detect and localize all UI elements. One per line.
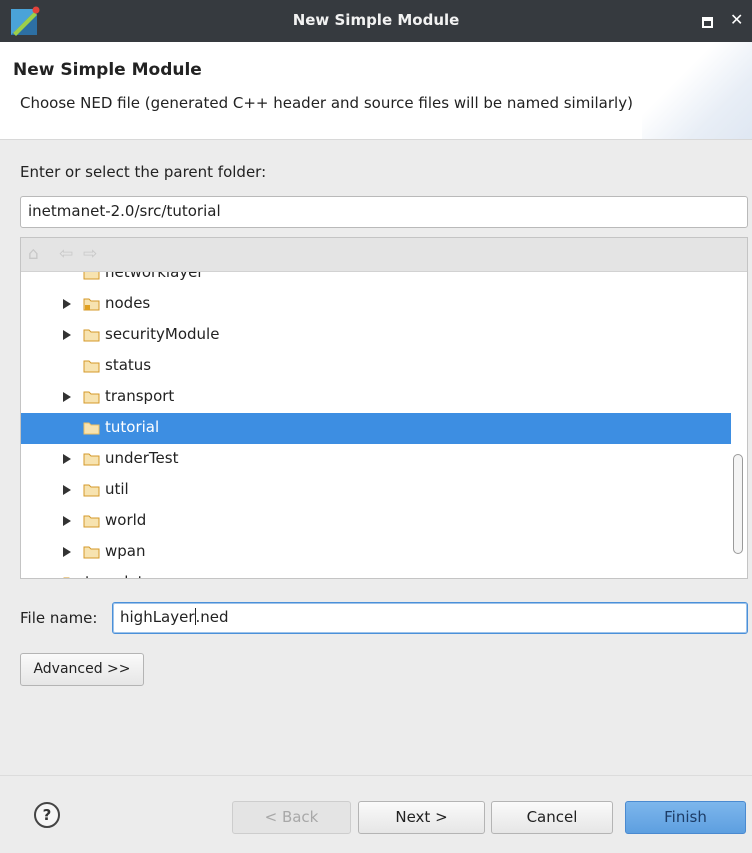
advanced-button[interactable]: Advanced >> xyxy=(20,653,144,686)
file-name-input[interactable]: highLayer.ned xyxy=(112,602,748,634)
footer-divider xyxy=(0,775,752,776)
tree-item[interactable]: world xyxy=(21,506,731,537)
tree-item[interactable]: securityModule xyxy=(21,320,731,351)
folder-icon xyxy=(63,577,70,578)
tree-item-label: tutorial xyxy=(105,418,160,436)
file-name-label: File name: xyxy=(20,609,98,627)
file-name-extension: .ned xyxy=(195,608,229,626)
expand-arrow-icon[interactable] xyxy=(63,516,71,526)
tree-item[interactable]: status xyxy=(21,351,731,382)
back-button[interactable]: < Back xyxy=(232,801,351,834)
wizard-description: Choose NED file (generated C++ header an… xyxy=(20,94,633,112)
folder-icon xyxy=(83,453,100,466)
expand-arrow-icon[interactable] xyxy=(63,547,71,557)
expand-arrow-icon[interactable] xyxy=(63,392,71,402)
tree-item[interactable]: wpan xyxy=(21,537,731,568)
tree-item-label: transport xyxy=(105,387,175,405)
home-icon[interactable]: ⌂ xyxy=(28,246,39,263)
header-graphic xyxy=(642,42,752,139)
folder-icon xyxy=(83,329,100,342)
scrollbar-thumb[interactable] xyxy=(733,454,743,554)
tree-item[interactable]: underTest xyxy=(21,444,731,475)
folder-icon xyxy=(83,391,100,404)
folder-tree[interactable]: networklayer nodes securityModule status… xyxy=(20,237,748,579)
next-button[interactable]: Next > xyxy=(358,801,485,834)
folder-icon xyxy=(83,360,100,373)
wizard-title: New Simple Module xyxy=(13,60,202,80)
folder-icon xyxy=(83,298,100,311)
expand-arrow-icon[interactable] xyxy=(63,299,71,309)
file-name-text: highLayer xyxy=(120,608,195,626)
expand-arrow-icon[interactable] xyxy=(43,578,51,579)
cancel-button[interactable]: Cancel xyxy=(491,801,613,834)
maximize-button[interactable] xyxy=(702,17,713,28)
parent-folder-input[interactable]: inetmanet-2.0/src/tutorial xyxy=(20,196,748,228)
folder-icon xyxy=(83,484,100,497)
tree-item-label: securityModule xyxy=(105,325,220,343)
tree-item-label: util xyxy=(105,480,129,498)
tree-item[interactable]: templates xyxy=(21,568,731,579)
tree-item-label: templates xyxy=(85,573,161,578)
parent-folder-label: Enter or select the parent folder: xyxy=(20,163,267,181)
wizard-header: New Simple Module Choose NED file (gener… xyxy=(0,42,752,140)
tree-item-selected[interactable]: tutorial xyxy=(21,413,731,444)
close-button[interactable]: ✕ xyxy=(730,12,743,28)
window-title: New Simple Module xyxy=(292,11,460,29)
folder-icon xyxy=(83,515,100,528)
tree-item[interactable]: nodes xyxy=(21,289,731,320)
folder-icon xyxy=(83,546,100,559)
back-arrow-icon[interactable]: ⇦ xyxy=(59,246,73,263)
expand-arrow-icon[interactable] xyxy=(63,454,71,464)
expand-arrow-icon[interactable] xyxy=(63,485,71,495)
tree-item-label: nodes xyxy=(105,294,151,312)
tree-toolbar: ⌂ ⇦ ⇨ xyxy=(21,238,747,272)
tree-item-label: underTest xyxy=(105,449,179,467)
help-icon[interactable]: ? xyxy=(34,802,60,828)
folder-icon xyxy=(83,422,100,435)
tree-item[interactable]: util xyxy=(21,475,731,506)
tree-item-label: status xyxy=(105,356,152,374)
forward-arrow-icon[interactable]: ⇨ xyxy=(83,246,97,263)
expand-arrow-icon[interactable] xyxy=(63,330,71,340)
window-titlebar: New Simple Module ✕ xyxy=(0,0,752,42)
tree-scrollbar[interactable] xyxy=(733,276,745,576)
tree-item-label: world xyxy=(105,511,147,529)
tree-item[interactable]: transport xyxy=(21,382,731,413)
finish-button[interactable]: Finish xyxy=(625,801,746,834)
tree-item-label: wpan xyxy=(105,542,146,560)
